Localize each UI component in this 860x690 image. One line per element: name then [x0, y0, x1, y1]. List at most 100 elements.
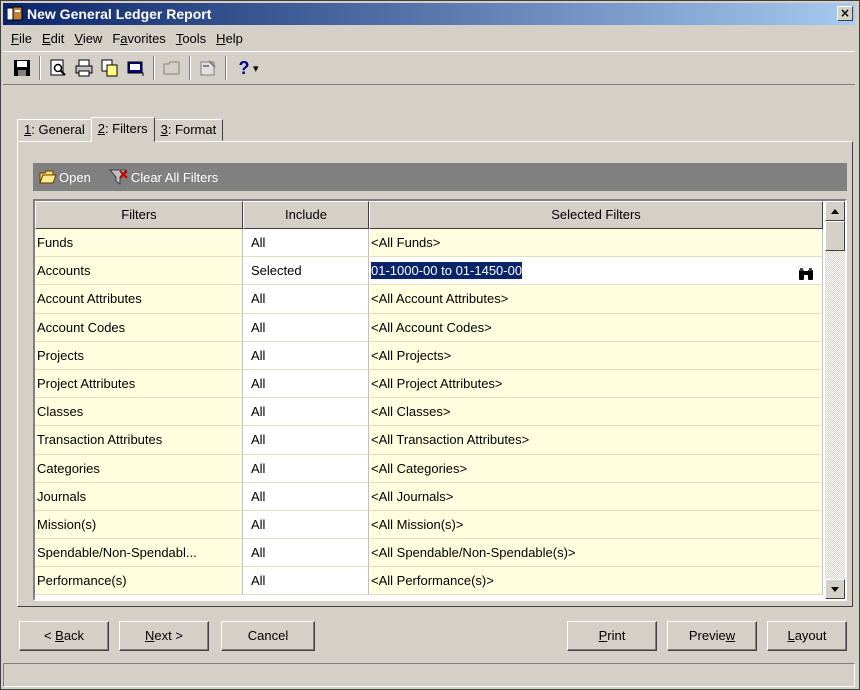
scroll-down-button[interactable] — [825, 579, 845, 599]
selected-filters-cell[interactable]: <All Project Attributes> — [369, 369, 823, 399]
table-row[interactable]: Account Attributes All <All Account Attrib… — [35, 285, 823, 314]
selected-filters-cell[interactable]: <All Funds> — [369, 229, 823, 258]
save-icon[interactable] — [9, 55, 35, 81]
table-row[interactable]: Spendable/Non-Spendabl... All <All Spendab… — [35, 539, 823, 568]
include-cell[interactable]: All — [243, 229, 369, 258]
selected-filter-text[interactable]: 01-1000-00 to 01-1450-00 — [371, 262, 523, 280]
selected-filters-cell[interactable]: 01-1000-00 to 01-1450-00 — [369, 257, 823, 286]
tab-general[interactable]: 1: General — [17, 119, 92, 141]
header-selected-filters[interactable]: Selected Filters — [369, 201, 823, 229]
vertical-scrollbar[interactable] — [825, 201, 845, 599]
tab-strip: 1: General 2: Filters 3: Format — [17, 117, 224, 142]
folder-icon[interactable] — [159, 55, 185, 81]
scroll-up-button[interactable] — [825, 201, 845, 221]
scroll-thumb[interactable] — [825, 221, 845, 251]
binoculars-icon[interactable] — [798, 263, 814, 281]
tab-filters[interactable]: 2: Filters — [90, 117, 155, 142]
filter-name-cell: Performance(s) — [35, 567, 243, 596]
menu-help[interactable]: Help — [212, 31, 249, 46]
grid-rows: Funds All <All Funds> Accounts Selected 01-10… — [35, 229, 823, 596]
selected-filters-cell[interactable]: <All Categories> — [369, 454, 823, 483]
selected-filters-cell[interactable]: <All Account Attributes> — [369, 285, 823, 314]
selected-filters-cell[interactable]: <All Classes> — [369, 398, 823, 427]
include-cell[interactable]: All — [243, 341, 369, 370]
copy-icon[interactable] — [97, 55, 123, 81]
filter-name-cell: Spendable/Non-Spendabl... — [35, 539, 243, 568]
arrow-up-icon — [831, 208, 839, 214]
filter-name-cell: Mission(s) — [35, 510, 243, 540]
include-cell[interactable]: All — [243, 567, 369, 596]
filter-name-cell: Account Attributes — [35, 285, 243, 314]
include-cell[interactable]: All — [243, 482, 369, 511]
arrow-down-icon — [831, 586, 839, 592]
report-app-icon — [6, 6, 23, 22]
dropdown-arrow-icon[interactable]: ▾ — [253, 62, 259, 75]
include-cell[interactable]: All — [243, 426, 369, 455]
grid-body: Filters Include Selected Filters Funds Al… — [35, 201, 823, 599]
menu-tools[interactable]: Tools — [172, 31, 212, 46]
next-button[interactable]: Next > — [119, 621, 209, 651]
filter-name-cell: Project Attributes — [35, 369, 243, 399]
toolbar-separator — [189, 56, 191, 80]
print-icon[interactable] — [71, 55, 97, 81]
table-row[interactable]: Projects All <All Projects> — [35, 341, 823, 370]
table-row[interactable]: Classes All <All Classes> — [35, 398, 823, 427]
table-row[interactable]: Categories All <All Categories> — [35, 454, 823, 483]
filter-name-cell: Transaction Attributes — [35, 426, 243, 455]
clear-all-filters-button[interactable]: Clear All Filters — [108, 168, 218, 186]
back-button[interactable]: < Back — [19, 621, 109, 651]
table-row[interactable]: Journals All <All Journals> — [35, 482, 823, 511]
menu-favorites[interactable]: Favorites — [108, 31, 171, 46]
menu-file[interactable]: File — [7, 31, 38, 46]
table-row[interactable]: Account Codes All <All Account Codes> — [35, 313, 823, 342]
window-title: New General Ledger Report — [27, 6, 212, 22]
include-cell[interactable]: All — [243, 398, 369, 427]
layout-button[interactable]: Layout — [767, 621, 847, 651]
filters-toolbar: Open Clear All Filters — [33, 163, 847, 191]
preview-button[interactable]: Preview — [667, 621, 757, 651]
table-row[interactable]: Project Attributes All <All Project Attrib… — [35, 369, 823, 399]
menu-view[interactable]: View — [70, 31, 108, 46]
toolbar-separator — [153, 56, 155, 80]
include-cell[interactable]: All — [243, 285, 369, 314]
close-button[interactable]: × — [837, 6, 853, 21]
filter-name-cell: Projects — [35, 341, 243, 370]
selected-filters-cell[interactable]: <All Account Codes> — [369, 313, 823, 342]
include-cell[interactable]: Selected — [243, 257, 369, 286]
table-row[interactable]: Funds All <All Funds> — [35, 229, 823, 258]
print-button[interactable]: Print — [567, 621, 657, 651]
filter-name-cell: Journals — [35, 482, 243, 511]
status-bar — [3, 663, 855, 687]
export-icon[interactable] — [123, 55, 149, 81]
toolbar-separator — [39, 56, 41, 80]
table-row[interactable]: Accounts Selected 01-1000-00 to 01-1450-00 — [35, 257, 823, 286]
include-cell[interactable]: All — [243, 510, 369, 540]
properties-icon[interactable] — [195, 55, 221, 81]
selected-filters-cell[interactable]: <All Performance(s)> — [369, 567, 823, 596]
open-button[interactable]: Open — [39, 169, 91, 185]
filter-name-cell: Funds — [35, 229, 243, 258]
include-cell[interactable]: All — [243, 369, 369, 399]
selected-filters-cell[interactable]: <All Mission(s)> — [369, 510, 823, 540]
table-row[interactable]: Performance(s) All <All Performance(s)> — [35, 567, 823, 596]
header-include[interactable]: Include — [243, 201, 369, 229]
header-filters[interactable]: Filters — [35, 201, 243, 229]
menu-edit[interactable]: Edit — [38, 31, 70, 46]
filter-name-cell: Classes — [35, 398, 243, 427]
table-row[interactable]: Transaction Attributes All <All Transactio… — [35, 426, 823, 455]
selected-filters-cell[interactable]: <All Journals> — [369, 482, 823, 511]
toolbar-separator — [225, 56, 227, 80]
selected-filters-cell[interactable]: <All Projects> — [369, 341, 823, 370]
title-bar[interactable]: New General Ledger Report × — [3, 3, 855, 25]
tab-format[interactable]: 3: Format — [153, 119, 224, 141]
filter-name-cell: Accounts — [35, 257, 243, 286]
selected-filters-cell[interactable]: <All Transaction Attributes> — [369, 426, 823, 455]
selected-filters-cell[interactable]: <All Spendable/Non-Spendable(s)> — [369, 539, 823, 568]
print-preview-icon[interactable] — [45, 55, 71, 81]
filter-name-cell: Categories — [35, 454, 243, 483]
cancel-button[interactable]: Cancel — [221, 621, 315, 651]
include-cell[interactable]: All — [243, 539, 369, 568]
table-row[interactable]: Mission(s) All <All Mission(s)> — [35, 510, 823, 540]
include-cell[interactable]: All — [243, 313, 369, 342]
include-cell[interactable]: All — [243, 454, 369, 483]
